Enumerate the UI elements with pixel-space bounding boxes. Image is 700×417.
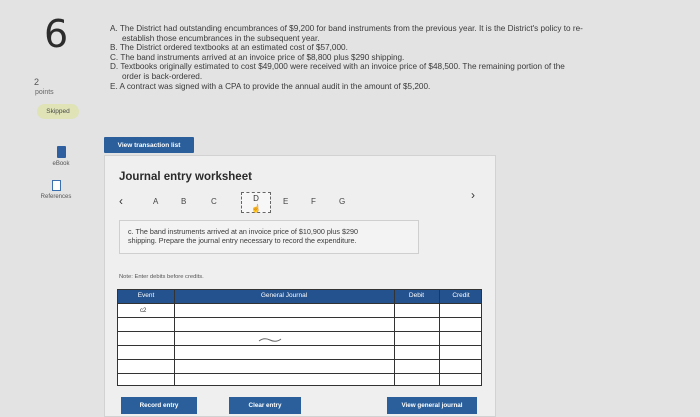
next-arrow-icon[interactable]: › xyxy=(471,188,475,202)
problem-item-a-cont: establish those encumbrances in the subs… xyxy=(122,33,320,43)
record-entry-button[interactable]: Record entry xyxy=(121,397,197,414)
table-divider xyxy=(394,290,395,385)
references-button[interactable]: References xyxy=(32,180,80,200)
table-divider xyxy=(439,290,440,385)
col-debit: Debit xyxy=(408,292,425,299)
tab-d-label: D xyxy=(253,194,259,203)
problem-item-e: E. A contract was signed with a CPA to p… xyxy=(110,81,431,91)
problem-item-c: C. The band instruments arrived at an in… xyxy=(110,52,405,62)
points-value: 2 xyxy=(34,77,40,87)
col-event: Event xyxy=(137,292,155,299)
skipped-badge: Skipped xyxy=(37,104,79,119)
ebook-label: eBook xyxy=(52,161,70,167)
table-row-line xyxy=(118,373,481,374)
table-row-line xyxy=(118,303,481,304)
tab-a[interactable]: A xyxy=(153,197,158,206)
journal-table: Event General Journal Debit Credit c2 xyxy=(117,289,482,386)
question-sidebar: 6 2 points Skipped eBook References xyxy=(0,0,92,417)
table-row-line xyxy=(118,345,481,346)
hand-cursor-icon: ☝ xyxy=(251,204,261,213)
problem-statement: A. The District had outstanding encumbra… xyxy=(110,24,670,91)
tab-c[interactable]: C xyxy=(211,197,217,206)
transaction-tabs: ‹ A B C D ☝ E F G xyxy=(117,192,487,214)
table-row-line xyxy=(118,317,481,318)
problem-item-b: B. The District ordered textbooks at an … xyxy=(110,43,348,53)
references-icon xyxy=(51,180,61,191)
tab-g[interactable]: G xyxy=(339,197,345,206)
table-divider xyxy=(174,290,175,385)
entry-note: Note: Enter debits before credits. xyxy=(119,274,204,280)
tab-d[interactable]: D ☝ xyxy=(241,192,271,213)
references-label: References xyxy=(40,194,72,200)
view-general-journal-button[interactable]: View general journal xyxy=(387,397,477,414)
instruction-box: c. The band instruments arrived at an in… xyxy=(119,220,419,254)
problem-item-d-cont: order is back-ordered. xyxy=(122,71,203,81)
tab-e[interactable]: E xyxy=(283,197,288,206)
tab-f[interactable]: F xyxy=(311,197,316,206)
table-header: Event General Journal Debit Credit xyxy=(118,290,481,303)
table-row-line xyxy=(118,331,481,332)
instruction-line-2: shipping. Prepare the journal entry nece… xyxy=(128,236,357,245)
tab-b[interactable]: B xyxy=(181,197,186,206)
worksheet-title: Journal entry worksheet xyxy=(119,171,252,183)
prev-arrow-icon[interactable]: ‹ xyxy=(119,194,123,208)
event-value: c2 xyxy=(140,308,147,314)
col-credit: Credit xyxy=(452,292,470,299)
clear-entry-button[interactable]: Clear entry xyxy=(229,397,301,414)
col-general-journal: General Journal xyxy=(260,292,308,299)
view-transaction-list-button[interactable]: View transaction list xyxy=(104,137,194,153)
book-icon xyxy=(56,146,66,158)
problem-item-d: D. Textbooks originally estimated to cos… xyxy=(110,62,565,72)
problem-item-a: A. The District had outstanding encumbra… xyxy=(110,24,583,33)
ebook-button[interactable]: eBook xyxy=(48,146,74,167)
table-row-line xyxy=(118,359,481,360)
question-number: 6 xyxy=(44,12,69,56)
journal-entry-worksheet: Journal entry worksheet ‹ A B C D ☝ E F … xyxy=(104,155,496,417)
points-label: points xyxy=(35,89,54,96)
tilde-mark-icon xyxy=(258,338,282,342)
instruction-line-1: c. The band instruments arrived at an in… xyxy=(128,227,359,236)
